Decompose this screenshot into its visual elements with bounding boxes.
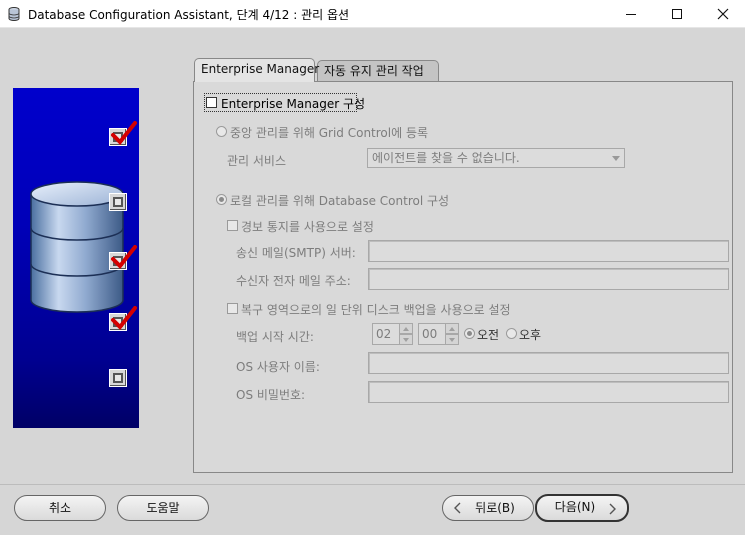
backup-minute-input[interactable]: 00: [418, 323, 446, 345]
configure-em-checkbox[interactable]: [206, 97, 217, 108]
pm-label: 오후: [519, 328, 542, 342]
chevron-down-icon: [612, 156, 620, 161]
title-bar: Database Configuration Assistant, 단계 4/1…: [0, 0, 745, 28]
tab-enterprise-manager[interactable]: Enterprise Manager: [194, 58, 319, 82]
footer-divider: [0, 484, 745, 485]
close-button[interactable]: [700, 0, 745, 28]
red-check-icon: [111, 306, 137, 331]
next-button-label: 다음(N): [554, 500, 596, 514]
next-button[interactable]: 다음(N): [535, 494, 629, 522]
management-service-value: 에이전트를 찾을 수 없습니다.: [372, 151, 520, 165]
backup-minute-spinner[interactable]: [445, 323, 459, 345]
daily-backup-label: 복구 영역으로의 일 단위 디스크 백업을 사용으로 설정: [241, 303, 511, 317]
enterprise-manager-panel: Enterprise Manager 구성 중앙 관리를 위해 Grid Con…: [193, 81, 733, 473]
window-title: Database Configuration Assistant, 단계 4/1…: [28, 8, 350, 22]
os-username-input[interactable]: [368, 352, 729, 374]
backup-hour-value: 02: [376, 327, 392, 341]
hour-up-button[interactable]: [399, 323, 413, 334]
grid-control-radio[interactable]: [216, 126, 227, 137]
database-control-radio[interactable]: [216, 194, 227, 205]
alert-notification-checkbox[interactable]: [227, 220, 238, 231]
smtp-server-input[interactable]: [368, 240, 729, 262]
help-button-label: 도움말: [146, 501, 180, 515]
arrow-down-icon: [403, 338, 409, 342]
help-button[interactable]: 도움말: [117, 495, 209, 521]
red-check-icon: [111, 121, 137, 146]
minute-up-button[interactable]: [445, 323, 459, 334]
chevron-right-icon: [609, 503, 616, 515]
database-control-label: 로컬 관리를 위해 Database Control 구성: [230, 194, 450, 208]
daily-backup-checkbox[interactable]: [227, 303, 238, 314]
arrow-up-icon: [403, 327, 409, 331]
management-service-label: 관리 서비스: [227, 154, 287, 168]
step-checkbox-3: [109, 245, 137, 270]
backup-hour-input[interactable]: 02: [372, 323, 400, 345]
os-password-input[interactable]: [368, 381, 729, 403]
cancel-button[interactable]: 취소: [14, 495, 106, 521]
close-icon: [717, 8, 729, 20]
tab-automatic-maintenance[interactable]: 자동 유지 관리 작업: [317, 60, 439, 82]
red-check-icon: [111, 245, 137, 270]
back-button[interactable]: 뒤로(B): [442, 495, 534, 521]
database-app-icon: [8, 7, 20, 21]
os-username-label: OS 사용자 이름:: [236, 360, 320, 374]
am-radio[interactable]: [464, 328, 475, 339]
arrow-up-icon: [449, 327, 455, 331]
back-button-label: 뒤로(B): [475, 501, 515, 515]
wizard-progress-illustration: [13, 88, 139, 428]
minimize-button[interactable]: [608, 0, 654, 28]
os-password-label: OS 비밀번호:: [236, 388, 306, 402]
recipient-email-input[interactable]: [368, 268, 729, 290]
step-checkbox-2: [109, 193, 127, 211]
am-label: 오전: [477, 328, 500, 342]
arrow-down-icon: [449, 338, 455, 342]
step-checkbox-1: [109, 121, 137, 146]
minute-down-button[interactable]: [445, 334, 459, 345]
step-checkbox-4: [109, 306, 137, 331]
step-checkbox-5: [109, 369, 127, 387]
configure-em-label: Enterprise Manager 구성: [221, 97, 366, 111]
backup-hour-spinner[interactable]: [399, 323, 413, 345]
pm-radio[interactable]: [506, 328, 517, 339]
maximize-button[interactable]: [654, 0, 700, 28]
hour-down-button[interactable]: [399, 334, 413, 345]
maximize-icon: [672, 9, 682, 19]
smtp-server-label: 송신 메일(SMTP) 서버:: [236, 246, 356, 260]
backup-minute-value: 00: [422, 327, 438, 341]
minimize-icon: [626, 13, 636, 15]
management-service-select[interactable]: 에이전트를 찾을 수 없습니다.: [367, 148, 625, 168]
grid-control-label: 중앙 관리를 위해 Grid Control에 등록: [230, 126, 429, 140]
cancel-button-label: 취소: [48, 501, 72, 515]
alert-notification-label: 경보 통지를 사용으로 설정: [241, 220, 374, 234]
chevron-left-icon: [454, 502, 461, 514]
recipient-email-label: 수신자 전자 메일 주소:: [236, 274, 351, 288]
backup-start-time-label: 백업 시작 시간:: [236, 330, 314, 344]
